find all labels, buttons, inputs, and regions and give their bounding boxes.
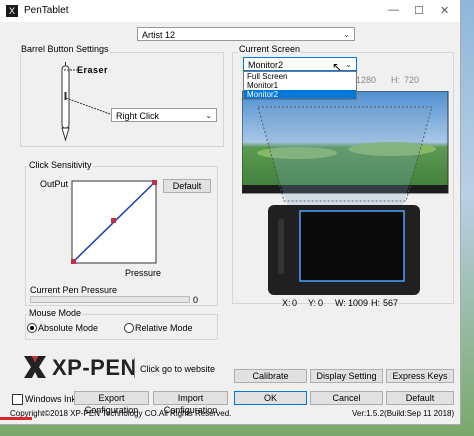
video-progress-track[interactable] — [0, 417, 474, 420]
output-axis-label: OutPut — [40, 179, 69, 189]
curve-handle-mid[interactable] — [111, 218, 116, 223]
relative-mode-label: Relative Mode — [135, 323, 193, 333]
ok-button[interactable]: OK — [234, 391, 307, 405]
chevron-down-icon: ⌄ — [205, 111, 212, 120]
title-bar: X PenTablet — ☐ ✕ — [0, 0, 460, 22]
barrel-button-select[interactable]: Right Click ⌄ — [111, 108, 217, 122]
close-icon[interactable]: ✕ — [440, 4, 449, 17]
device-select[interactable]: Artist 12 ⌄ — [137, 27, 355, 41]
calibrate-button[interactable]: Calibrate — [234, 369, 307, 383]
barrel-button-group — [20, 52, 224, 147]
current-screen-label: Current Screen — [238, 44, 302, 54]
express-keys-button[interactable]: Express Keys — [386, 369, 454, 383]
app-icon: X — [6, 5, 18, 17]
pentablet-window: X PenTablet — ☐ ✕ Artist 12 ⌄ Barrel But… — [0, 0, 460, 424]
barrel-button-select-value: Right Click — [116, 111, 160, 121]
sensitivity-default-button[interactable]: Default — [163, 179, 211, 193]
default-button[interactable]: Default — [386, 391, 454, 405]
area-w-label: W: — [335, 298, 346, 308]
area-y-label: Y: — [308, 298, 317, 308]
device-select-value: Artist 12 — [142, 30, 176, 40]
mouse-mode-label: Mouse Mode — [28, 308, 83, 318]
import-configuration-button[interactable]: Import Configuration — [153, 391, 228, 415]
maximize-icon[interactable]: ☐ — [414, 4, 424, 17]
chevron-down-icon: ⌄ — [345, 60, 352, 69]
pressure-axis-label: Pressure — [125, 268, 162, 278]
absolute-mode-label: Absolute Mode — [38, 323, 99, 333]
brand-divider — [134, 358, 135, 378]
area-w-value: 1009 — [348, 298, 369, 308]
windows-ink-label: Windows Ink — [25, 394, 77, 404]
display-setting-button[interactable]: Display Setting — [310, 369, 383, 383]
button-leader-line — [66, 97, 111, 115]
barrel-group-label: Barrel Button Settings — [20, 44, 110, 54]
area-h-value: 567 — [383, 298, 399, 308]
screen-height-value: 720 — [404, 75, 420, 85]
curve-handle-start[interactable] — [71, 259, 76, 264]
area-x-value: 0 — [292, 298, 298, 308]
screen-select-dropdown: Full Screen Monitor1 Monitor2 — [243, 71, 357, 100]
cancel-button[interactable]: Cancel — [310, 391, 383, 405]
screen-option-monitor2[interactable]: Monitor2 — [244, 90, 356, 99]
website-link[interactable]: Click go to website — [140, 364, 215, 374]
video-progress-fill — [0, 417, 32, 420]
screen-option-full[interactable]: Full Screen — [244, 72, 356, 81]
area-x-label: X: — [282, 298, 291, 308]
area-y-value: 0 — [318, 298, 324, 308]
minimize-icon[interactable]: — — [388, 4, 399, 16]
screen-select-value: Monitor2 — [248, 60, 284, 70]
click-sensitivity-label: Click Sensitivity — [28, 160, 93, 170]
relative-mode-radio[interactable] — [124, 323, 134, 333]
windows-ink-checkbox[interactable] — [12, 394, 23, 405]
pen-pressure-value: 0 — [193, 295, 199, 305]
sensitivity-curve-chart[interactable] — [71, 180, 157, 264]
screen-option-monitor1[interactable]: Monitor1 — [244, 81, 356, 90]
screen-height-label: H: — [391, 75, 400, 85]
screen-width-value: 1280 — [356, 75, 377, 85]
curve-handle-end[interactable] — [152, 180, 157, 185]
eraser-label: Eraser — [77, 65, 109, 75]
chevron-down-icon: ⌄ — [343, 30, 350, 39]
xp-pen-logo-icon — [24, 356, 46, 378]
window-title: PenTablet — [24, 5, 69, 16]
monitor-preview — [242, 91, 449, 295]
pen-pressure-bar — [30, 296, 190, 303]
pen-pressure-label: Current Pen Pressure — [30, 285, 118, 295]
eraser-leader-line — [64, 69, 78, 71]
area-h-label: H: — [371, 298, 380, 308]
brand-name: XP-PEN — [52, 355, 137, 380]
absolute-mode-radio[interactable] — [27, 323, 37, 333]
export-configuration-button[interactable]: Export Configuration — [74, 391, 149, 415]
